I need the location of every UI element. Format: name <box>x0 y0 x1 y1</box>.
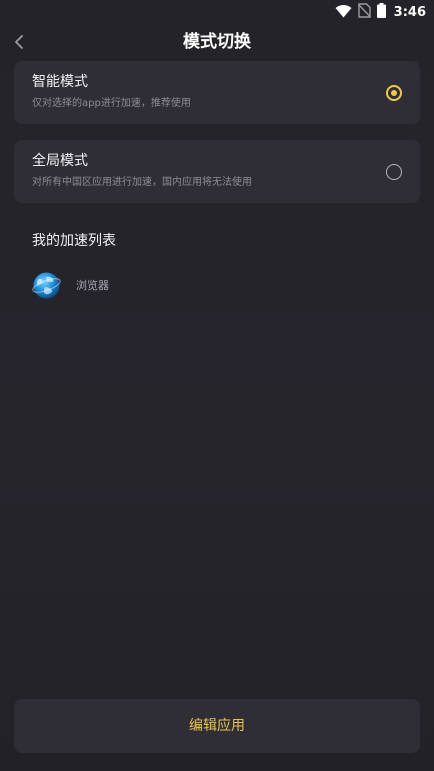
app-name: 浏览器 <box>76 279 109 292</box>
globe-icon <box>32 271 61 299</box>
page-title: 模式切换 <box>183 32 251 52</box>
mode-switch-screen: 3:46 模式切换 智能模式 仅对选择的app进行加速，推荐使用 全局模式 对所… <box>0 0 434 771</box>
no-sim-icon <box>357 2 371 22</box>
mode-title: 智能模式 <box>32 74 88 90</box>
mode-description: 对所有中国区应用进行加速，国内应用将无法使用 <box>32 177 252 188</box>
radio-selected-icon[interactable] <box>386 85 402 101</box>
status-bar: 3:46 <box>0 0 434 24</box>
list-item: 浏览器 <box>32 270 109 300</box>
mode-card-global[interactable]: 全局模式 对所有中国区应用进行加速，国内应用将无法使用 <box>14 140 420 203</box>
header: 模式切换 <box>0 26 434 58</box>
edit-apps-button[interactable]: 编辑应用 <box>14 699 420 753</box>
radio-unselected-icon[interactable] <box>386 164 402 180</box>
mode-card-smart[interactable]: 智能模式 仅对选择的app进行加速，推荐使用 <box>14 61 420 124</box>
battery-icon <box>376 2 386 22</box>
accelerate-list-title: 我的加速列表 <box>32 233 116 249</box>
status-icons: 3:46 <box>335 2 426 22</box>
mode-title: 全局模式 <box>32 153 88 169</box>
mode-description: 仅对选择的app进行加速，推荐使用 <box>32 98 191 109</box>
status-time: 3:46 <box>393 4 426 20</box>
wifi-icon <box>335 3 352 22</box>
